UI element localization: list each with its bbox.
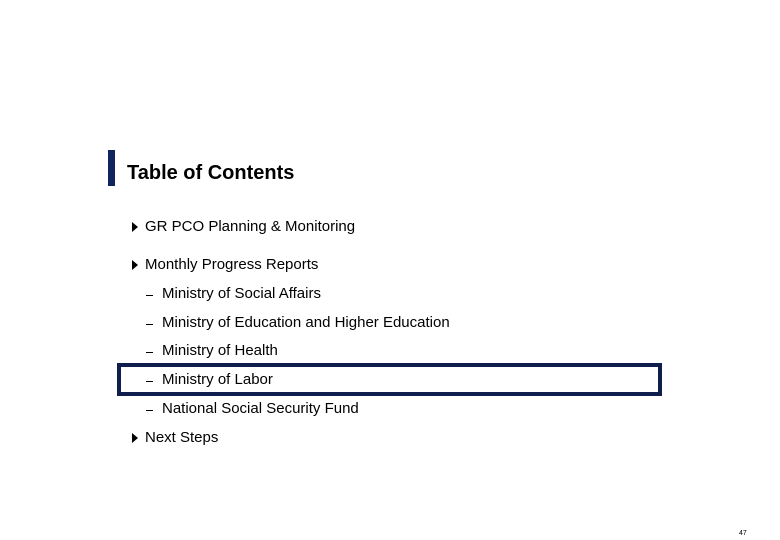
toc-subitem-label: Ministry of Education and Higher Educati… (162, 314, 450, 331)
dash-icon (146, 324, 153, 325)
toc-subitem-label: National Social Security Fund (162, 400, 359, 417)
toc-item-label: Monthly Progress Reports (145, 256, 319, 273)
dash-icon (146, 295, 153, 296)
toc-subitem-label: Ministry of Social Affairs (162, 285, 321, 302)
dash-icon (146, 381, 153, 382)
page-number: 47 (739, 530, 747, 537)
dash-icon (146, 352, 153, 353)
triangle-right-icon (132, 433, 138, 443)
page-title: Table of Contents (127, 162, 295, 184)
toc-item-label: GR PCO Planning & Monitoring (145, 218, 356, 235)
title-accent-bar (108, 150, 115, 186)
dash-icon (146, 410, 153, 411)
toc-item-label: Next Steps (145, 429, 219, 446)
toc-subitem-label: Ministry of Labor (162, 371, 273, 388)
triangle-right-icon (132, 222, 138, 232)
toc-subitem-label: Ministry of Health (162, 342, 278, 359)
triangle-right-icon (132, 260, 138, 270)
